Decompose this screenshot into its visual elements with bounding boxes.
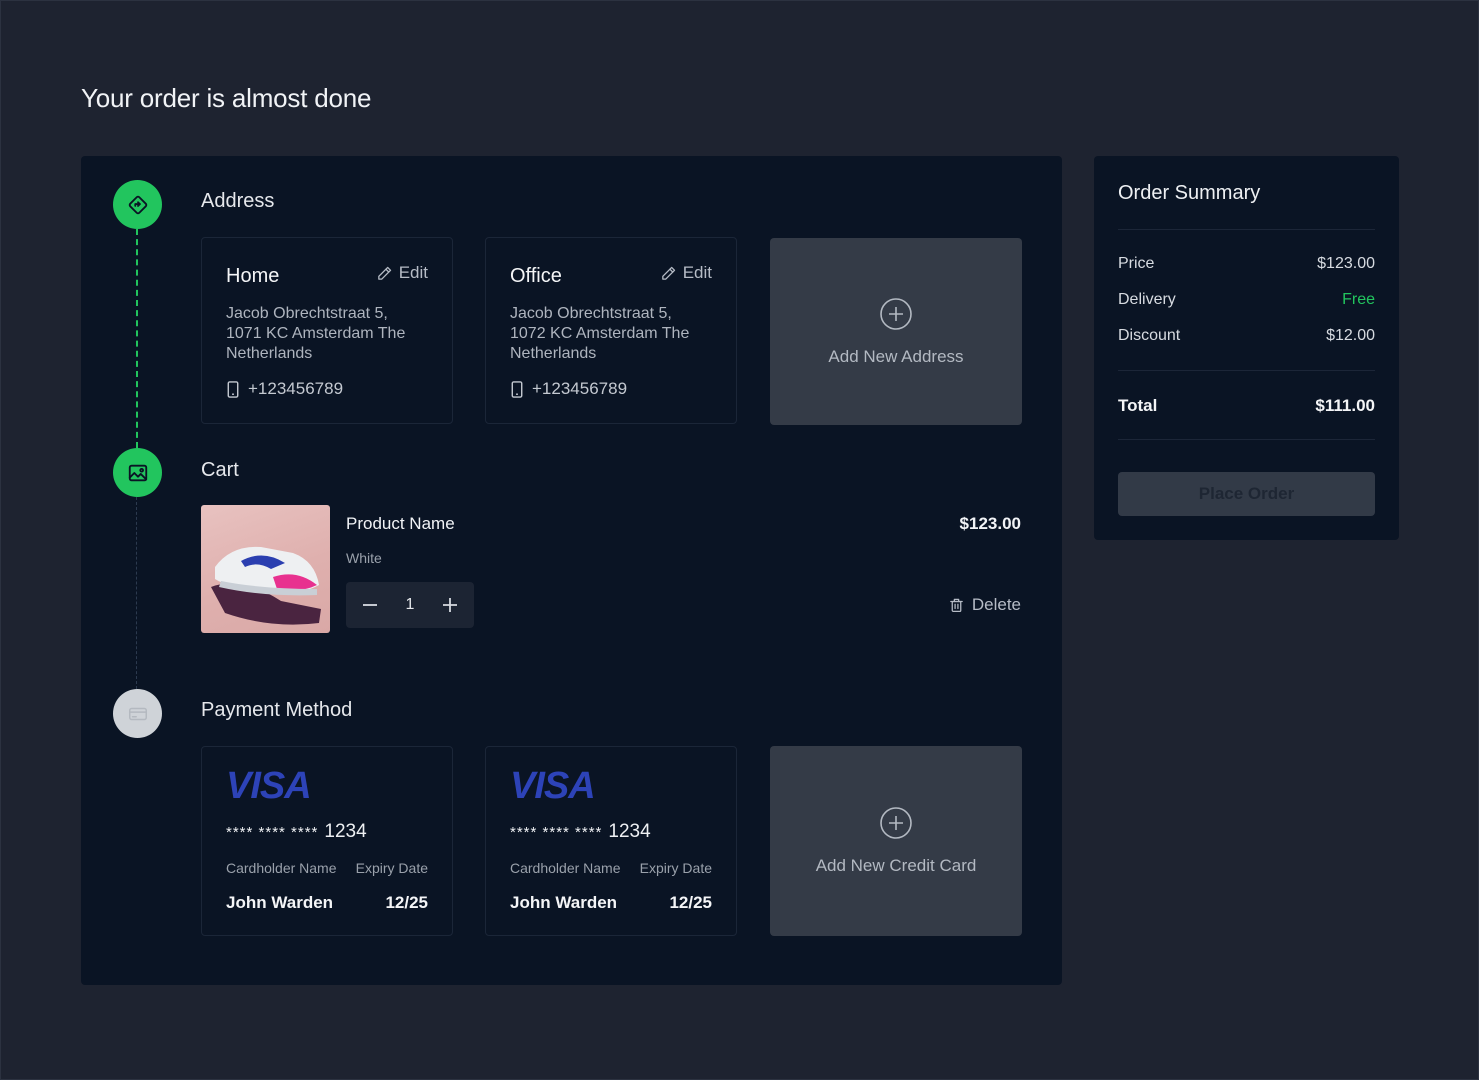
discount-value: $12.00 xyxy=(1326,327,1375,344)
edit-label: Edit xyxy=(682,263,712,282)
order-summary-title: Order Summary xyxy=(1118,182,1261,204)
address-name: Home xyxy=(226,265,280,287)
add-credit-card-button[interactable]: Add New Credit Card xyxy=(770,746,1022,936)
card-number-mask: **** **** **** xyxy=(510,824,603,841)
section-title-payment: Payment Method xyxy=(201,699,353,721)
image-icon xyxy=(128,464,147,481)
plus-circle-icon xyxy=(880,297,912,330)
address-card-home[interactable]: Home Edit Jacob Obrechtstraat 5, 1071 KC… xyxy=(201,237,453,424)
phone-number: +123456789 xyxy=(248,379,344,398)
delivery-label: Delivery xyxy=(1118,291,1176,308)
phone-icon xyxy=(511,380,523,398)
cardholder-label: Cardholder Name xyxy=(510,860,621,876)
page-title: Your order is almost done xyxy=(81,83,372,113)
section-title-address: Address xyxy=(201,190,275,212)
step-address-marker xyxy=(113,180,162,229)
sneaker-image xyxy=(211,546,321,625)
address-city: 1071 KC Amsterdam The Netherlands xyxy=(226,325,406,362)
visa-logo: VISA xyxy=(510,765,596,807)
card-number: **** **** **** 1234 xyxy=(510,821,651,843)
phone-number: +123456789 xyxy=(532,379,628,398)
checkout-panel: Address Cart Payment Method Home Edit Ja… xyxy=(81,156,1062,985)
address-card-office[interactable]: Office Edit Jacob Obrechtstraat 5, 1072 … xyxy=(485,237,737,424)
minus-icon xyxy=(363,604,377,606)
edit-label: Edit xyxy=(398,263,428,282)
step-cart-marker xyxy=(113,448,162,497)
order-summary-panel: Order Summary Price $123.00 Delivery Fre… xyxy=(1094,156,1399,540)
expiry-date: 12/25 xyxy=(385,893,428,912)
total-label: Total xyxy=(1118,396,1158,415)
visa-logo: VISA xyxy=(226,765,312,807)
directions-icon xyxy=(128,195,147,214)
address-phone: +123456789 xyxy=(510,379,627,399)
quantity-value: 1 xyxy=(405,596,415,613)
card-number-mask: **** **** **** xyxy=(226,824,319,841)
summary-row-discount: Discount $12.00 xyxy=(1118,327,1375,345)
pencil-icon xyxy=(377,266,391,280)
delete-label: Delete xyxy=(971,595,1021,614)
summary-row-price: Price $123.00 xyxy=(1118,255,1375,273)
timeline-connector xyxy=(136,229,138,448)
product-price: $123.00 xyxy=(959,514,1021,533)
summary-row-delivery: Delivery Free xyxy=(1118,291,1375,309)
edit-address-button[interactable]: Edit xyxy=(376,263,428,283)
expiry-date: 12/25 xyxy=(669,893,712,912)
add-credit-card-label: Add New Credit Card xyxy=(815,856,977,875)
add-address-label: Add New Address xyxy=(828,346,964,366)
card-last4: 1234 xyxy=(608,821,651,842)
address-text: Jacob Obrechtstraat 5, 1072 KC Amsterdam… xyxy=(510,304,710,364)
discount-label: Discount xyxy=(1118,327,1181,344)
divider xyxy=(1118,370,1375,371)
add-address-button[interactable]: Add New Address xyxy=(770,238,1022,425)
edit-address-button[interactable]: Edit xyxy=(660,263,712,283)
credit-card-icon xyxy=(128,707,147,720)
card-last4: 1234 xyxy=(324,821,367,842)
card-number: **** **** **** 1234 xyxy=(226,821,367,843)
decrease-quantity-button[interactable] xyxy=(360,595,380,615)
price-value: $123.00 xyxy=(1317,255,1375,272)
quantity-stepper: 1 xyxy=(346,582,474,628)
product-name: Product Name xyxy=(346,514,455,533)
product-color: White xyxy=(346,550,382,566)
expiry-label: Expiry Date xyxy=(639,860,712,876)
address-phone: +123456789 xyxy=(226,379,343,399)
address-street: Jacob Obrechtstraat 5, xyxy=(226,305,388,322)
address-text: Jacob Obrechtstraat 5, 1071 KC Amsterdam… xyxy=(226,304,426,364)
timeline-connector xyxy=(136,497,137,689)
expiry-label: Expiry Date xyxy=(355,860,428,876)
product-image xyxy=(201,505,330,633)
app-frame: Your order is almost done Address Cart P… xyxy=(0,0,1479,1080)
place-order-button[interactable]: Place Order xyxy=(1118,472,1375,516)
cardholder-label: Cardholder Name xyxy=(226,860,337,876)
cardholder-name: John Warden xyxy=(510,893,618,912)
pencil-icon xyxy=(661,266,675,280)
payment-card[interactable]: VISA **** **** **** 1234 Cardholder Name… xyxy=(201,746,453,936)
step-payment-marker xyxy=(113,689,162,738)
section-title-cart: Cart xyxy=(201,459,239,481)
delete-item-button[interactable]: Delete xyxy=(948,595,1021,615)
delivery-value: Free xyxy=(1342,291,1375,308)
address-city: 1072 KC Amsterdam The Netherlands xyxy=(510,325,690,362)
plus-circle-icon xyxy=(880,807,912,839)
increase-quantity-button[interactable] xyxy=(440,595,460,615)
address-name: Office xyxy=(510,265,562,287)
total-value: $111.00 xyxy=(1315,396,1375,415)
payment-card[interactable]: VISA **** **** **** 1234 Cardholder Name… xyxy=(485,746,737,936)
cardholder-name: John Warden xyxy=(226,893,334,912)
trash-icon xyxy=(950,598,963,613)
divider xyxy=(1118,229,1375,230)
plus-icon xyxy=(443,598,457,612)
phone-icon xyxy=(227,380,239,398)
summary-row-total: Total $111.00 xyxy=(1118,396,1375,416)
address-street: Jacob Obrechtstraat 5, xyxy=(510,305,672,322)
divider xyxy=(1118,439,1375,440)
price-label: Price xyxy=(1118,255,1155,272)
